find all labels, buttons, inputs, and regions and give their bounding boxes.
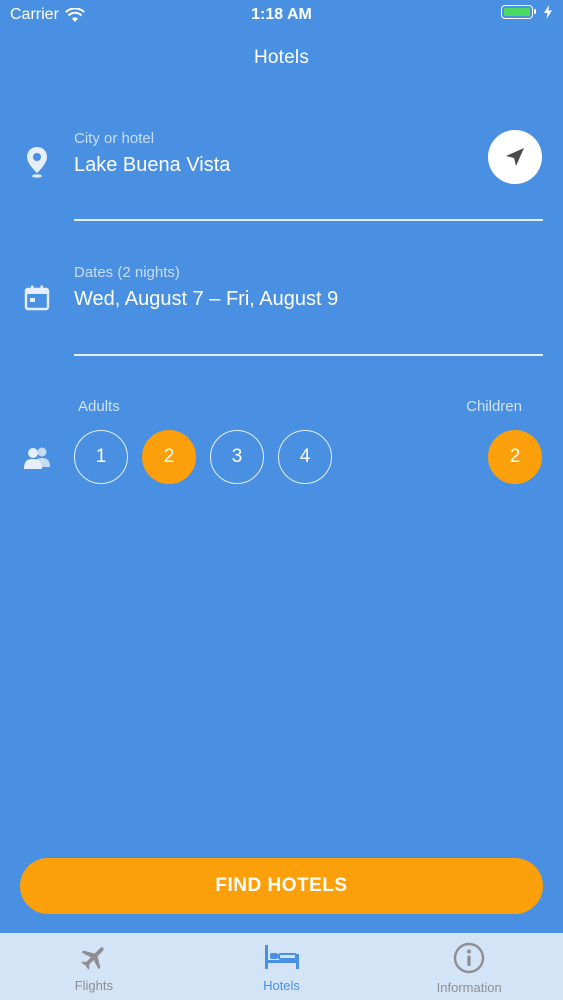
page-title: Hotels xyxy=(253,47,310,68)
dates-underline xyxy=(74,354,543,356)
adults-label: Adults xyxy=(78,398,120,415)
location-value[interactable]: Lake Buena Vista xyxy=(74,154,542,177)
status-time: 1:18 AM xyxy=(251,6,312,23)
children-label: Children xyxy=(466,398,522,415)
airplane-icon xyxy=(81,947,104,970)
tab-flights-label: Flights xyxy=(74,978,113,993)
charging-bolt-icon xyxy=(544,5,552,19)
adults-option-3[interactable]: 3 xyxy=(210,430,264,484)
info-icon xyxy=(453,942,485,974)
tab-hotels[interactable]: Hotels xyxy=(188,933,376,1000)
tab-bar: Flights Hotels Information xyxy=(0,933,563,1000)
adults-option-4[interactable]: 4 xyxy=(278,430,332,484)
bed-icon xyxy=(264,945,299,969)
status-right xyxy=(501,5,553,19)
find-hotels-button[interactable]: FIND HOTELS xyxy=(20,858,543,914)
location-label: City or hotel xyxy=(74,130,155,147)
dates-value[interactable]: Wed, August 7 – Fri, August 9 xyxy=(74,288,542,311)
locate-me-button[interactable] xyxy=(488,130,542,184)
tab-hotels-label: Hotels xyxy=(263,978,300,993)
adults-option-2[interactable]: 2 xyxy=(142,430,196,484)
location-underline xyxy=(74,219,543,221)
battery-icon xyxy=(501,5,536,19)
tab-information[interactable]: Information xyxy=(375,933,563,1000)
dates-field[interactable]: Dates (2 nights) Wed, August 7 – Fri, Au… xyxy=(74,264,542,311)
people-icon xyxy=(22,443,52,473)
location-pin-icon xyxy=(22,147,52,178)
dates-label: Dates (2 nights) xyxy=(74,264,180,281)
tab-information-label: Information xyxy=(436,980,502,995)
adults-option-1[interactable]: 1 xyxy=(74,430,128,484)
location-field[interactable]: City or hotel Lake Buena Vista xyxy=(74,130,542,177)
tab-flights[interactable]: Flights xyxy=(0,933,188,1000)
status-bar: Carrier 1:18 AM xyxy=(0,0,563,30)
children-count-button[interactable]: 2 xyxy=(488,430,542,484)
navigation-arrow-icon xyxy=(506,148,524,166)
calendar-icon xyxy=(22,283,52,313)
